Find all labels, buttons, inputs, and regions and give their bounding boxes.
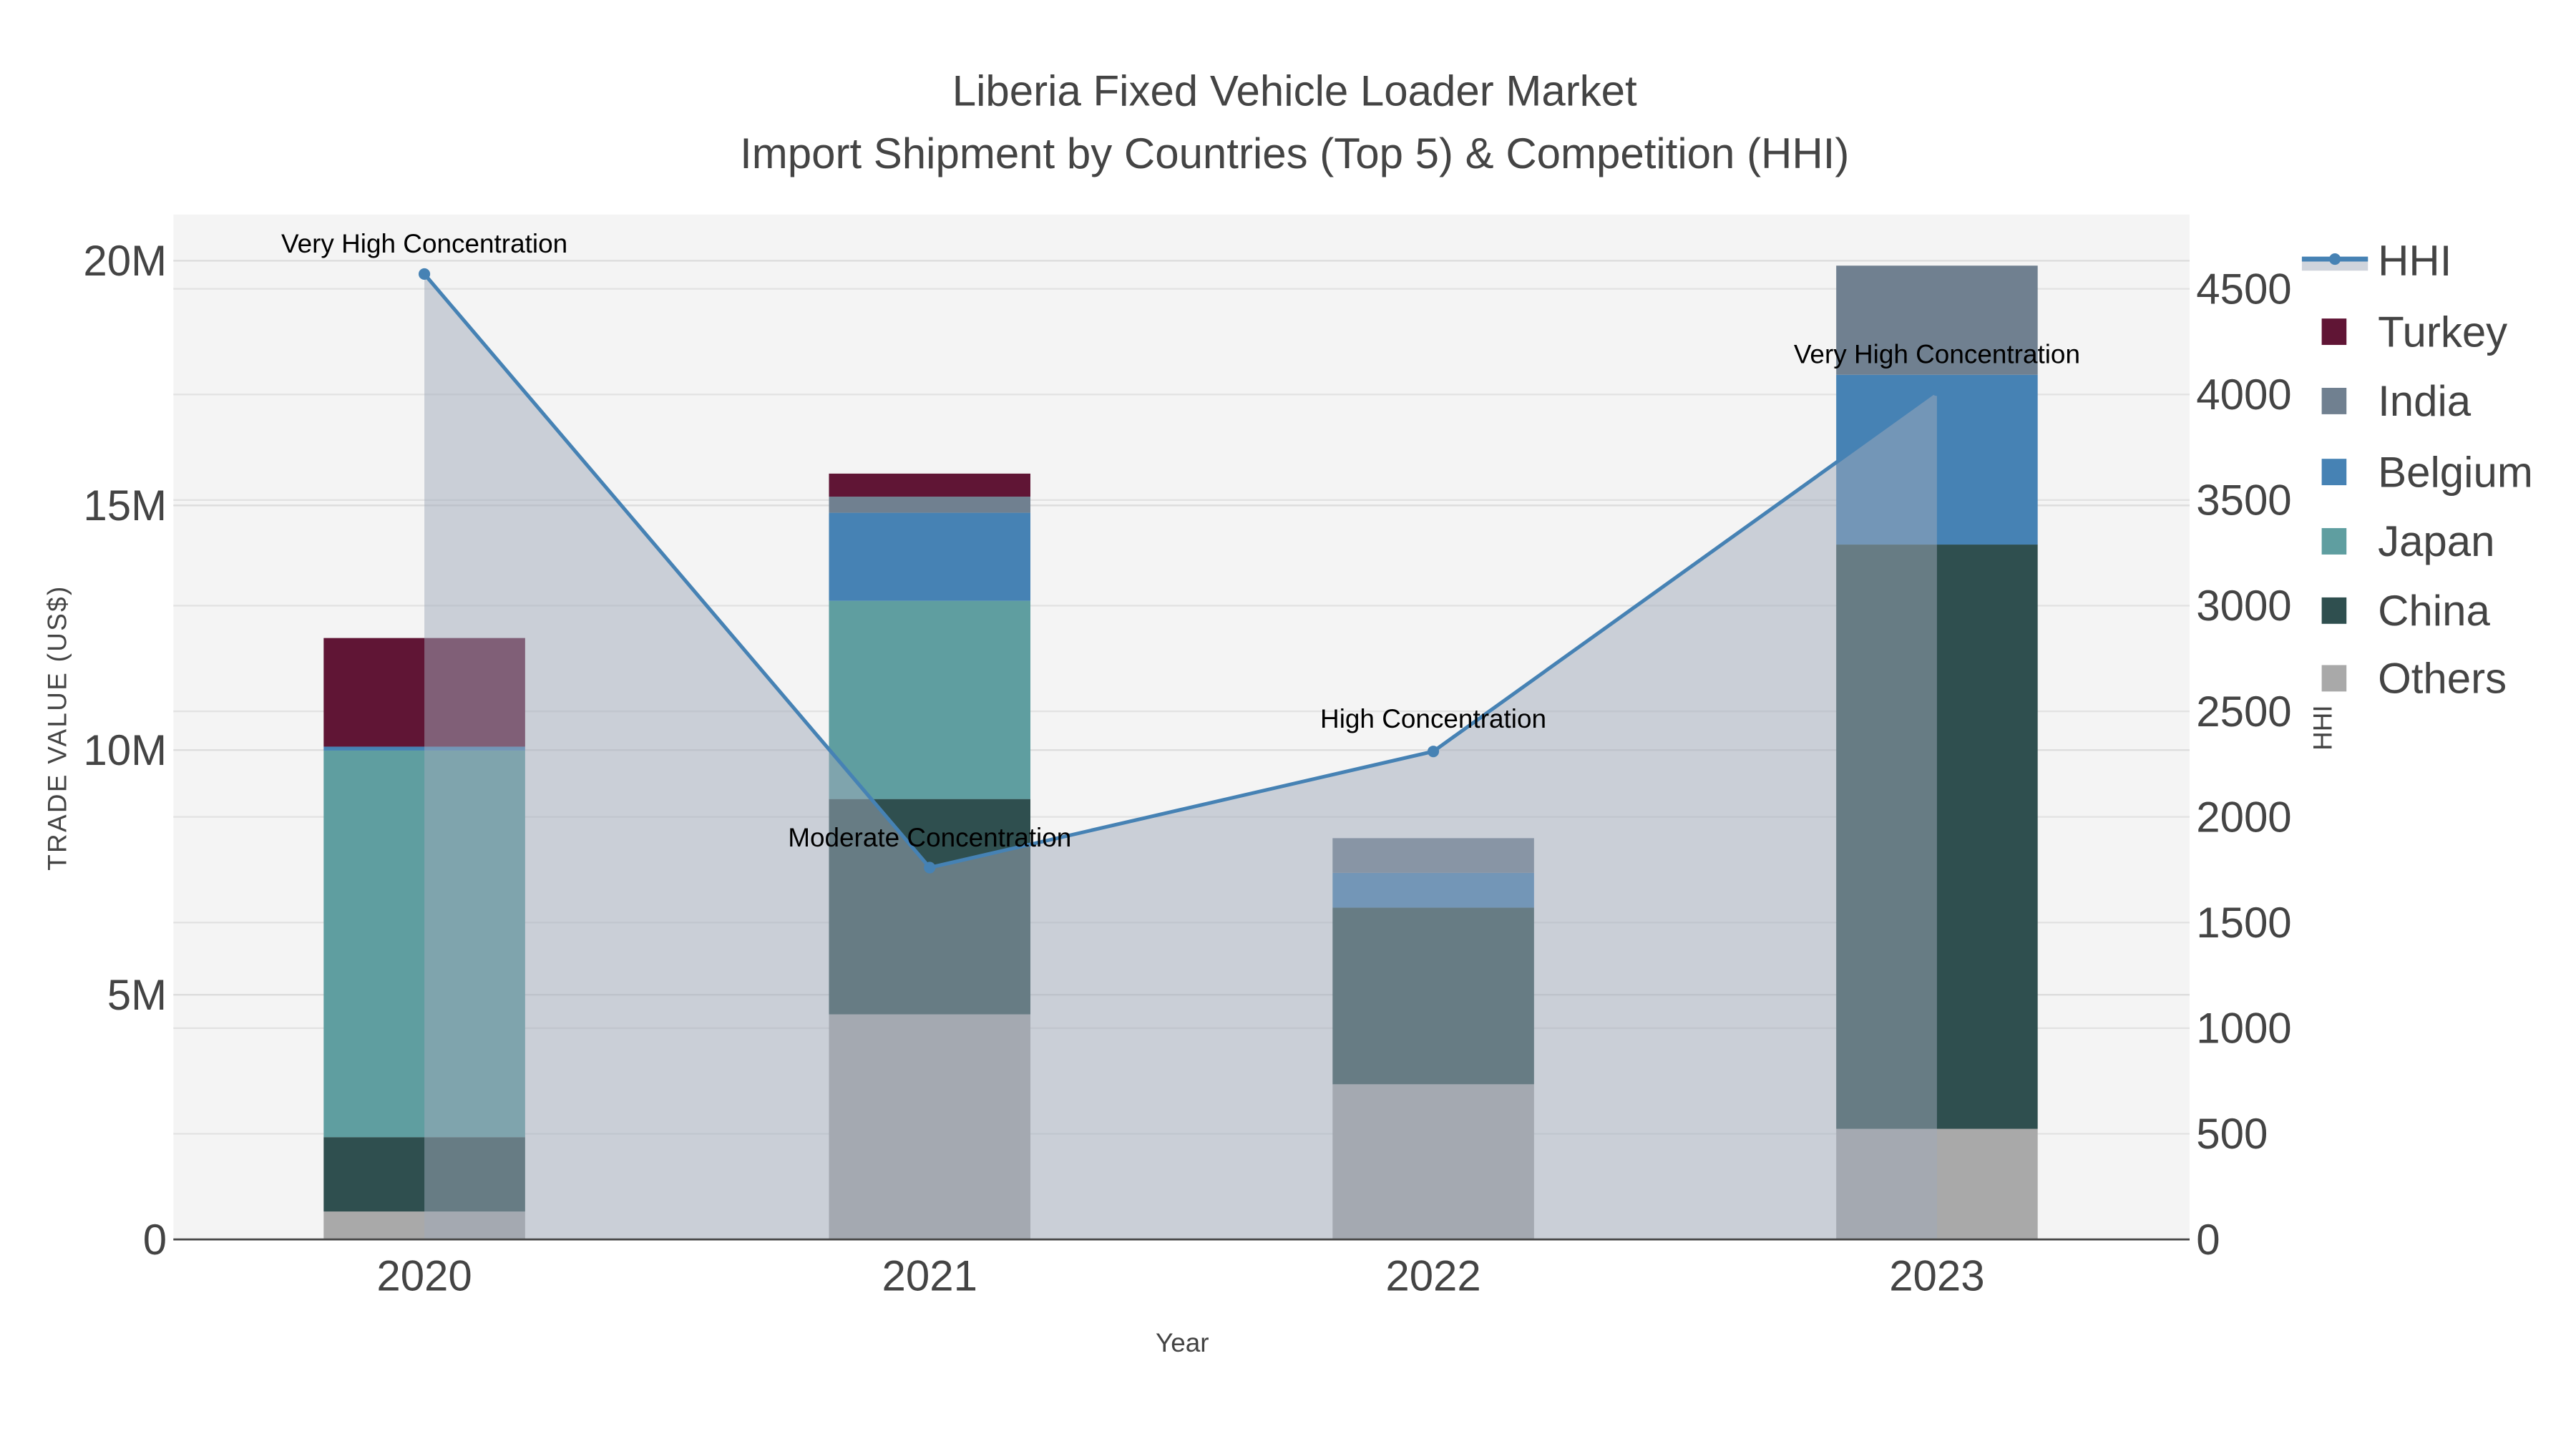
hhi-point-2023 [1931,384,1943,396]
y2-tick-label: 2000 [2196,793,2291,841]
legend-label: China [2378,587,2490,635]
hhi-annotation: High Concentration [1320,704,1546,733]
y2-tick-label: 3500 [2196,477,2291,525]
x-tick-label: 2020 [376,1252,472,1300]
y2-tick-label: 1000 [2196,1005,2291,1053]
legend-swatch [2321,597,2347,624]
y2-tick-label: 4500 [2196,265,2291,313]
y-tick-label: 0 [143,1216,167,1264]
legend-label: HHI [2378,237,2451,285]
hhi-point-2020 [419,268,431,280]
x-tick-label: 2023 [1889,1252,1984,1300]
bar-turkey-2021 [829,473,1030,497]
y-tick-label: 20M [83,237,167,285]
legend-swatch [2321,459,2347,486]
y2-tick-label: 2500 [2196,688,2291,736]
bar-india-2021 [829,497,1030,513]
legend-swatch [2321,528,2347,555]
chart-subtitle: Import Shipment by Countries (Top 5) & C… [740,130,1849,177]
legend-label: Turkey [2378,308,2507,356]
x-tick-label: 2021 [882,1252,977,1300]
legend-label: Japan [2378,517,2494,565]
y2-tick-label: 500 [2196,1110,2268,1158]
hhi-annotation: Very High Concentration [1794,339,2080,369]
hhi-point-2021 [924,862,936,874]
bar-belgium-2021 [829,512,1030,601]
legend-label: Others [2378,655,2507,703]
hhi-annotation: Very High Concentration [281,229,567,258]
legend-label: India [2378,377,2472,425]
hhi-legend-marker [2329,253,2341,265]
bar-japan-2021 [829,600,1030,799]
hhi-point-2022 [1428,746,1440,758]
y2-tick-label: 0 [2196,1216,2220,1264]
legend-swatch [2321,665,2347,692]
y-tick-label: 5M [107,971,167,1019]
y-tick-label: 15M [83,482,167,530]
hhi-annotation: Moderate Concentration [788,823,1071,852]
chart: Liberia Fixed Vehicle Loader Market Impo… [42,67,2576,1357]
legend-swatch [2321,318,2347,346]
chart-title: Liberia Fixed Vehicle Loader Market [952,67,1637,115]
y-tick-label: 10M [83,726,167,774]
legend-label: Belgium [2378,448,2533,496]
x-tick-label: 2022 [1385,1252,1480,1300]
y-axis-title: TRADE VALUE (US$) [42,585,72,870]
y2-tick-label: 1500 [2196,899,2291,947]
y2-axis-title: HHI [2308,705,2337,751]
legend-swatch [2321,387,2347,414]
x-axis-title: Year [1156,1328,1209,1357]
y2-tick-label: 3000 [2196,582,2291,630]
y2-tick-label: 4000 [2196,371,2291,419]
